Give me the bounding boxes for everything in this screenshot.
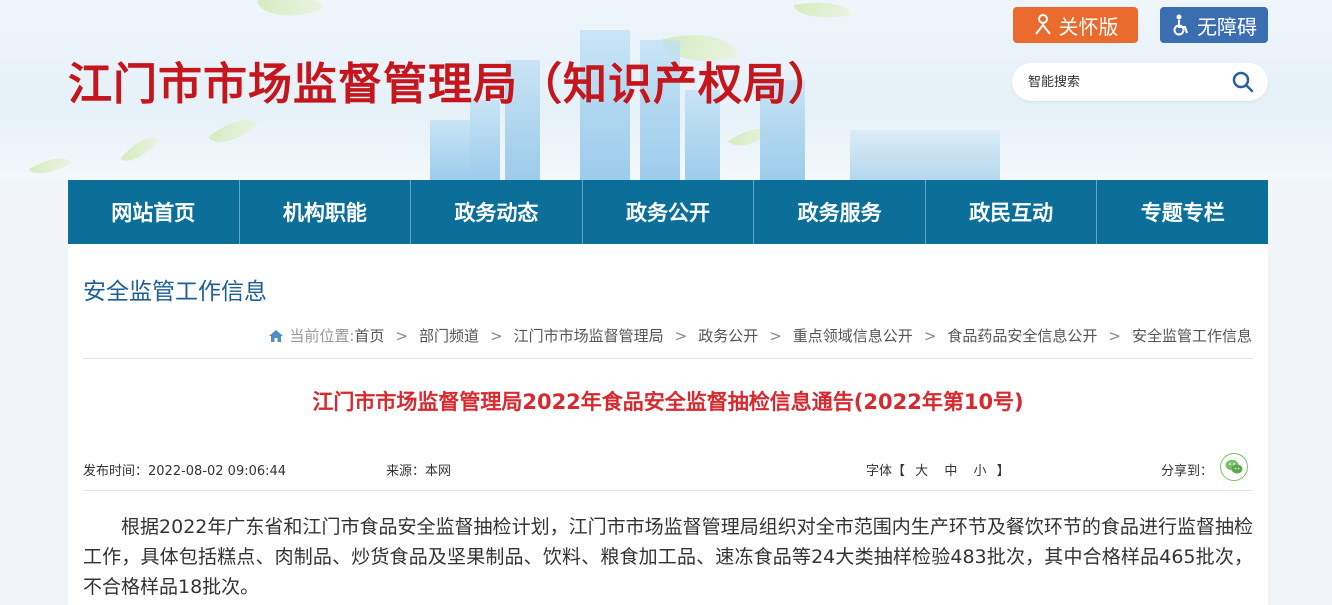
breadcrumb-item-departments[interactable]: 部门频道 [419, 325, 479, 346]
share-label: 分享到： [1161, 464, 1214, 479]
font-size-control: 字体【 大 中 小 】 [866, 460, 1010, 479]
breadcrumb-item-public-info[interactable]: 政务公开 [698, 325, 758, 346]
font-size-medium[interactable]: 中 [944, 464, 957, 479]
breadcrumb-item-food-drug[interactable]: 食品药品安全信息公开 [947, 325, 1097, 346]
city-skyline [850, 130, 1000, 180]
breadcrumb-separator: > [1108, 326, 1121, 345]
home-icon [269, 329, 284, 342]
breadcrumb-prefix: 当前位置: [289, 327, 355, 345]
main-nav: 网站首页 机构职能 政务动态 政务公开 政务服务 政民互动 专题专栏 [68, 180, 1268, 244]
decorative-leaf [120, 127, 160, 171]
breadcrumb-item-home[interactable]: 首页 [354, 325, 384, 346]
wechat-icon [1225, 459, 1243, 474]
nav-item-public-info[interactable]: 政务公开 [583, 180, 755, 244]
decorative-leaf [208, 107, 258, 155]
breadcrumb-separator: > [395, 326, 409, 345]
breadcrumb: 当前位置: 首页 > 部门频道 > 江门市市场监督管理局 > 政务公开 > 重点… [269, 325, 1252, 346]
divider [83, 490, 1253, 491]
nav-item-home[interactable]: 网站首页 [68, 180, 240, 244]
breadcrumb-separator: > [490, 326, 503, 345]
city-skyline [470, 100, 500, 180]
wechat-share-button[interactable] [1220, 453, 1248, 481]
care-mode-button[interactable]: 关怀版 [1013, 7, 1138, 43]
site-title: 江门市市场监督管理局（知识产权局） [68, 59, 833, 110]
search-box [1012, 63, 1268, 101]
city-skyline [430, 120, 470, 180]
font-size-close: 】 [996, 464, 1010, 479]
publish-time: 发布时间：2022-08-02 09:06:44 [83, 464, 287, 479]
section-title: 安全监管工作信息 [83, 279, 267, 305]
decorative-leaf [793, 0, 852, 25]
accessibility-button[interactable]: 无障碍 [1160, 7, 1268, 43]
article-title: 江门市市场监督管理局2022年食品安全监督抽检信息通告(2022年第10号) [312, 390, 1024, 414]
breadcrumb-item-key-areas[interactable]: 重点领域信息公开 [793, 325, 913, 346]
breadcrumb-separator: > [674, 326, 688, 345]
breadcrumb-item-current[interactable]: 安全监管工作信息 [1132, 325, 1252, 346]
search-icon[interactable] [1232, 71, 1254, 93]
nav-item-functions[interactable]: 机构职能 [240, 180, 412, 244]
divider [83, 358, 1253, 359]
font-size-label: 字体【 [866, 464, 906, 479]
breadcrumb-separator: > [923, 326, 937, 345]
wheelchair-icon [1173, 14, 1188, 36]
article-source: 来源：本网 [386, 464, 452, 479]
nav-item-interaction[interactable]: 政民互动 [926, 180, 1098, 244]
breadcrumb-item-bureau[interactable]: 江门市市场监督管理局 [514, 325, 664, 346]
content-panel: 安全监管工作信息 当前位置: 首页 > 部门频道 > 江门市市场监督管理局 > … [68, 244, 1268, 605]
breadcrumb-separator: > [769, 326, 782, 345]
nav-item-topics[interactable]: 专题专栏 [1097, 180, 1268, 244]
nav-item-news[interactable]: 政务动态 [411, 180, 583, 244]
decorative-leaf [256, 0, 324, 30]
person-heart-icon [1034, 14, 1051, 35]
care-mode-label: 关怀版 [1058, 14, 1119, 39]
nav-item-services[interactable]: 政务服务 [754, 180, 926, 244]
decorative-leaf [28, 149, 72, 180]
accessibility-label: 无障碍 [1197, 14, 1257, 39]
font-size-small[interactable]: 小 [973, 464, 986, 479]
article-body: 根据2022年广东省和江门市食品安全监督抽检计划，江门市市场监督管理局组织对全市… [83, 516, 1253, 598]
search-input[interactable] [1028, 72, 1228, 92]
font-size-large[interactable]: 大 [915, 464, 928, 479]
